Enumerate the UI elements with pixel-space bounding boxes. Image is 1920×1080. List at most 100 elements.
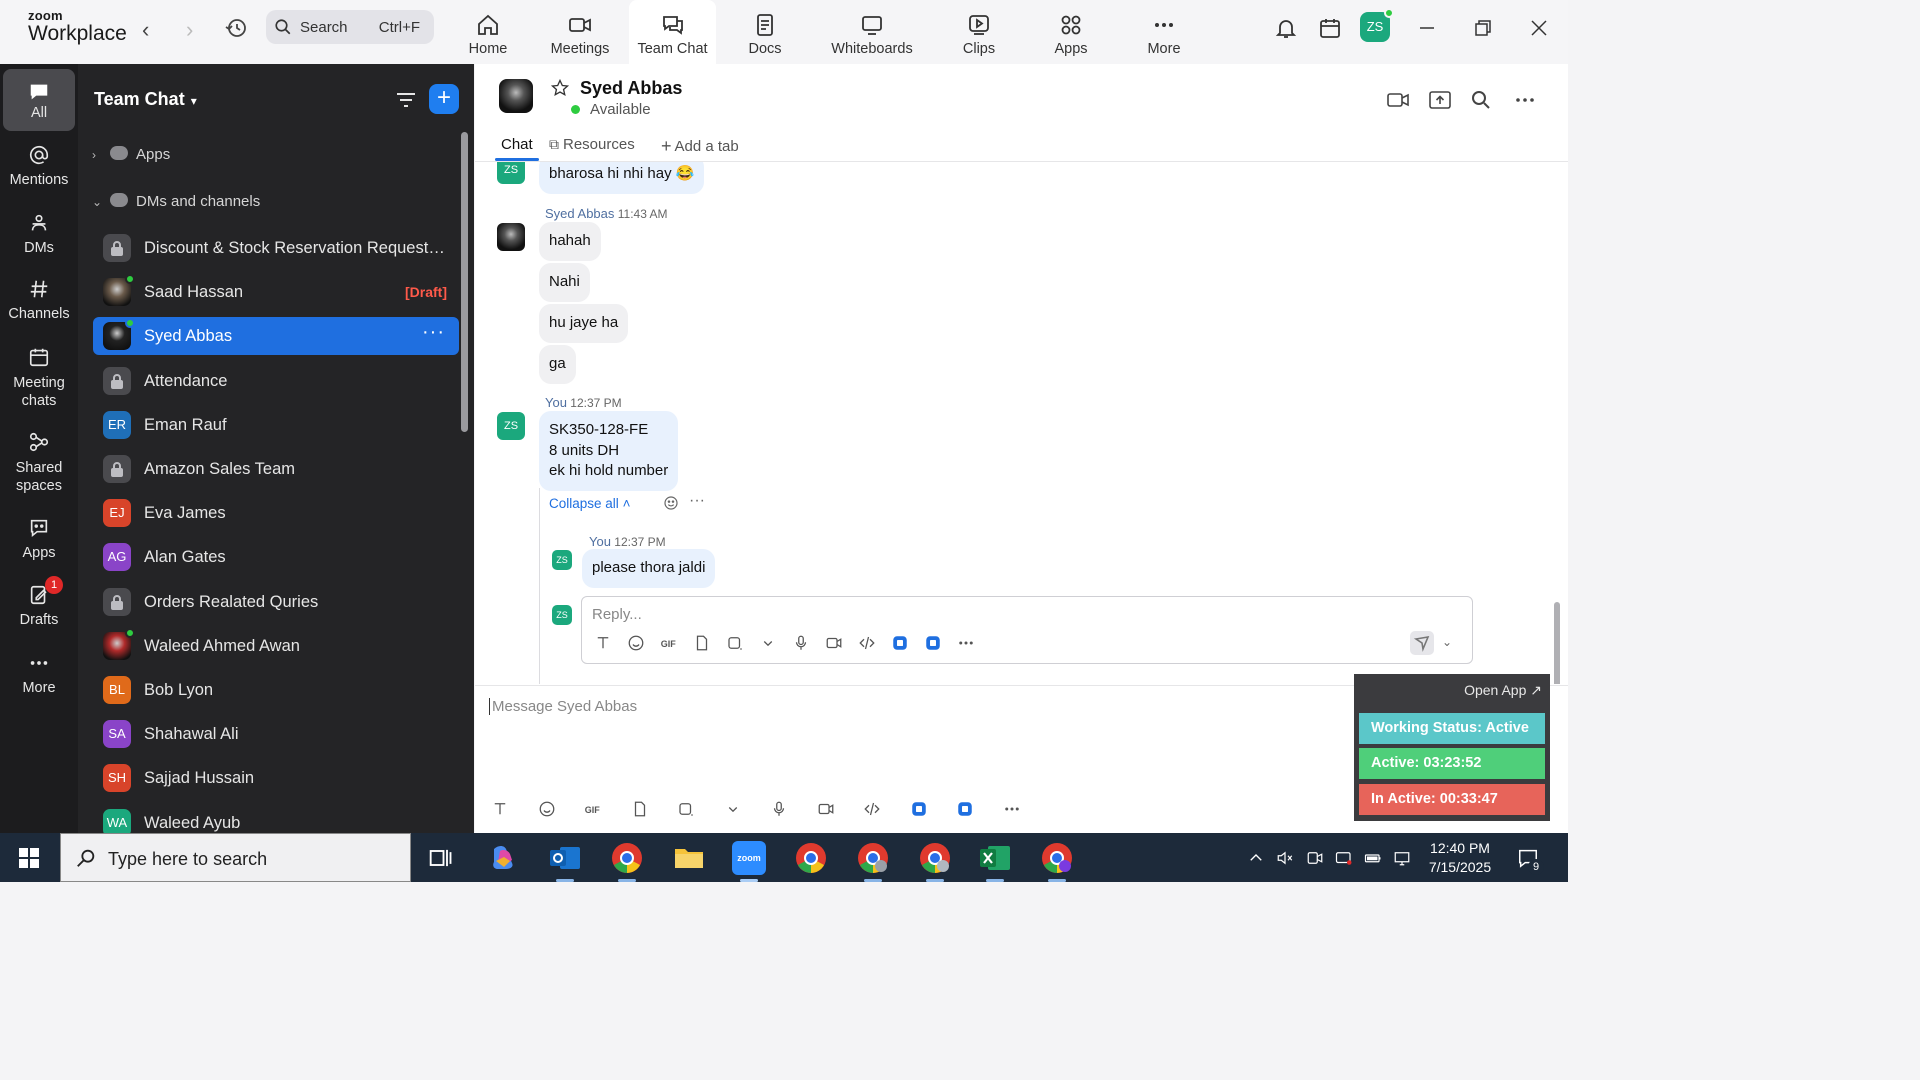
code-snippet-icon[interactable] xyxy=(858,634,876,652)
rail-item-meeting-chats[interactable]: Meeting chats xyxy=(3,346,75,410)
chat-list-row[interactable]: BL Bob Lyon xyxy=(93,671,459,709)
more-options-icon[interactable] xyxy=(1513,88,1537,112)
screenshot-icon[interactable] xyxy=(726,634,744,652)
code-snippet-icon[interactable] xyxy=(863,800,881,818)
rail-item-more[interactable]: More xyxy=(3,652,75,696)
text-format-icon[interactable] xyxy=(491,800,509,818)
chrome-icon[interactable] xyxy=(856,841,890,875)
text-format-icon[interactable] xyxy=(594,634,612,652)
reply-input[interactable]: Reply... GIF ⌄ xyxy=(581,596,1473,664)
message-bubble[interactable]: hahah xyxy=(539,222,601,261)
message-bubble[interactable]: SK350-128-FE 8 units DH ek hi hold numbe… xyxy=(539,411,679,491)
speaker-muted-icon[interactable] xyxy=(1276,849,1294,867)
message-bubble[interactable]: hu jaye ha xyxy=(539,304,629,343)
system-clock[interactable]: 12:40 PM 7/15/2025 xyxy=(1420,839,1500,877)
taskbar-search[interactable]: Type here to search xyxy=(60,833,411,882)
chat-list-title[interactable]: Team Chat ▾ xyxy=(94,89,197,110)
excel-icon[interactable] xyxy=(978,841,1012,875)
file-icon[interactable] xyxy=(631,800,649,818)
nav-tab-home[interactable]: Home xyxy=(462,0,514,64)
chat-list-row[interactable]: SH Sajjad Hussain xyxy=(93,759,459,797)
microphone-icon[interactable] xyxy=(792,634,810,652)
chrome-icon[interactable] xyxy=(610,841,644,875)
bell-icon[interactable] xyxy=(1274,16,1298,40)
gif-icon[interactable]: GIF xyxy=(660,634,678,652)
search-icon[interactable] xyxy=(1469,88,1493,112)
chat-list-row[interactable]: Syed Abbas ··· xyxy=(93,317,459,355)
chat-list-row[interactable]: Orders Realated Quries xyxy=(93,583,459,621)
chat-list-row[interactable]: Attendance xyxy=(93,362,459,400)
reply-bubble[interactable]: please thora jaldi xyxy=(582,549,716,588)
calendar-icon[interactable] xyxy=(1318,16,1342,40)
file-icon[interactable] xyxy=(693,634,711,652)
row-more-icon[interactable]: ··· xyxy=(422,321,445,344)
chat-list-row[interactable]: Discount & Stock Reservation Requests O.… xyxy=(93,229,459,267)
new-chat-button[interactable]: + xyxy=(429,84,459,114)
tab-chat[interactable]: Chat xyxy=(495,136,539,161)
file-explorer-icon[interactable] xyxy=(672,841,706,875)
rail-item-dms[interactable]: DMs xyxy=(3,212,75,256)
copilot-icon[interactable] xyxy=(486,841,520,875)
chat-list-row[interactable]: SA Shahawal Ali xyxy=(93,715,459,753)
network-icon[interactable] xyxy=(1393,849,1411,867)
minimize-icon[interactable] xyxy=(1415,16,1439,40)
user-avatar[interactable]: ZS xyxy=(1360,8,1394,42)
rail-item-mentions[interactable]: Mentions xyxy=(3,144,75,188)
section-dms-and-channels[interactable]: ⌄ DMs and channels xyxy=(92,193,260,210)
chat-list-row[interactable]: Saad Hassan [Draft] xyxy=(93,273,459,311)
screen-recorder-icon[interactable] xyxy=(1335,849,1353,867)
star-icon[interactable] xyxy=(550,78,570,98)
nav-tab-clips[interactable]: Clips xyxy=(955,0,1003,64)
windows-start-icon[interactable] xyxy=(19,848,39,868)
nav-tab-whiteboards[interactable]: Whiteboards xyxy=(828,0,916,64)
chat-list-scrollbar[interactable] xyxy=(461,132,468,432)
back-arrow-icon[interactable]: ‹ xyxy=(142,17,149,43)
video-message-icon[interactable] xyxy=(817,800,835,818)
share-screen-icon[interactable] xyxy=(1428,88,1452,112)
microphone-icon[interactable] xyxy=(770,800,788,818)
rail-item-channels[interactable]: Channels xyxy=(3,278,75,322)
rail-item-drafts[interactable]: 1 Drafts xyxy=(3,576,75,628)
search-input[interactable]: Search Ctrl+F xyxy=(266,10,434,44)
chat-list-row[interactable]: Waleed Ahmed Awan xyxy=(93,627,459,665)
message-bubble[interactable]: Nahi xyxy=(539,263,590,302)
emoji-icon[interactable] xyxy=(627,634,645,652)
rail-item-all[interactable]: All xyxy=(3,69,75,131)
chat-list-row[interactable]: AG Alan Gates xyxy=(93,538,459,576)
close-icon[interactable] xyxy=(1527,16,1551,40)
video-message-icon[interactable] xyxy=(825,634,843,652)
collapse-all-link[interactable]: Collapse all ˄ xyxy=(549,496,630,511)
tab-resources[interactable]: ⧉ Resources xyxy=(549,136,635,153)
nav-tab-apps[interactable]: Apps xyxy=(1047,0,1095,64)
chat-list-row[interactable]: ER Eman Rauf xyxy=(93,406,459,444)
history-icon[interactable] xyxy=(224,16,248,40)
section-apps[interactable]: › Apps xyxy=(92,146,170,163)
chevron-down-icon[interactable] xyxy=(724,800,742,818)
chat-list-row[interactable]: WA Waleed Ayub xyxy=(93,804,459,833)
peer-name[interactable]: Syed Abbas xyxy=(580,78,682,99)
peer-avatar[interactable] xyxy=(499,79,533,113)
gif-icon[interactable]: GIF xyxy=(584,800,602,818)
outlook-icon[interactable] xyxy=(548,841,582,875)
message-bubble[interactable]: bharosa hi nhi hay 😂 xyxy=(539,162,705,194)
task-view-icon[interactable] xyxy=(426,844,454,872)
chevron-down-icon[interactable]: ⌄ xyxy=(1442,635,1452,649)
tab-add[interactable]: + Add a tab xyxy=(661,136,739,157)
send-options-icon[interactable] xyxy=(1410,631,1434,655)
forward-arrow-icon[interactable]: › xyxy=(186,17,193,43)
rail-item-apps[interactable]: Apps xyxy=(3,517,75,561)
rail-item-shared-spaces[interactable]: Shared spaces xyxy=(3,431,75,495)
app-two-icon[interactable] xyxy=(956,800,974,818)
more-dots-icon[interactable] xyxy=(957,634,975,652)
battery-icon[interactable] xyxy=(1364,849,1382,867)
nav-tab-team-chat[interactable]: Team Chat xyxy=(629,0,716,64)
thread-more-icon[interactable]: ··· xyxy=(689,492,705,510)
app-two-icon[interactable] xyxy=(924,634,942,652)
screenshot-icon[interactable] xyxy=(677,800,695,818)
chrome-icon[interactable] xyxy=(918,841,952,875)
chevron-up-icon[interactable] xyxy=(1247,849,1265,867)
message-bubble[interactable]: ga xyxy=(539,345,576,384)
chat-list-row[interactable]: Amazon Sales Team xyxy=(93,450,459,488)
restore-icon[interactable] xyxy=(1471,16,1495,40)
chrome-icon[interactable] xyxy=(1040,841,1074,875)
